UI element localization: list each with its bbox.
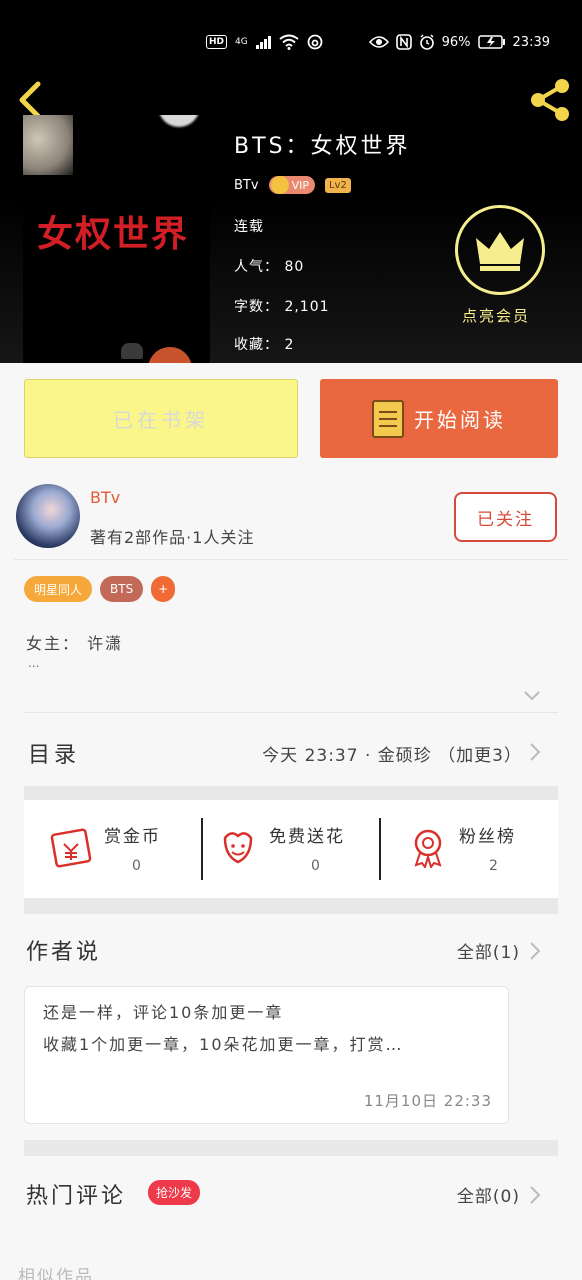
tag[interactable]: BTS — [100, 576, 144, 602]
crown-icon — [270, 176, 289, 194]
book-icon — [372, 399, 404, 438]
hd-icon: HD — [206, 35, 228, 49]
table-of-contents-row[interactable]: 目录 今天 23:37 · 金硕珍 （加更3） — [24, 712, 558, 786]
flower-icon — [223, 832, 253, 864]
author-says-text: 收藏1个加更一章，10朵花加更一章，打赏… — [43, 1035, 404, 1054]
status-right: 96% 23:39 — [368, 34, 550, 50]
popularity: 人气： 80 — [234, 259, 305, 275]
eye-icon — [368, 36, 389, 48]
free-flower-button[interactable]: 免费送花 0 — [203, 800, 379, 898]
synopsis-text: 女主： 许潇 — [26, 634, 124, 653]
serial-status: 连载 — [234, 219, 264, 235]
nfc-icon — [395, 34, 412, 50]
member-button[interactable] — [455, 205, 545, 295]
author-says-header: 作者说 全部(1) — [24, 928, 558, 972]
action-title: 粉丝榜 — [459, 827, 516, 847]
battery-charging-icon — [477, 35, 505, 49]
synopsis-ellipsis: ... — [28, 656, 40, 670]
latest-chapter: 今天 23:37 · 金硕珍 （加更3） — [262, 746, 522, 766]
section-separator — [24, 898, 558, 914]
in-bookshelf-button[interactable]: 已在书架 — [24, 379, 298, 458]
first-comment-badge[interactable]: 抢沙发 — [148, 1180, 201, 1205]
start-reading-label: 开始阅读 — [414, 408, 506, 432]
action-title: 免费送花 — [269, 827, 345, 847]
start-reading-button[interactable]: 开始阅读 — [320, 379, 558, 458]
cover-title: 女权世界 — [37, 213, 190, 255]
status-bar: HD 4G 96% 23:39 — [0, 30, 582, 58]
action-count: 2 — [489, 858, 498, 874]
action-count: 0 — [132, 858, 141, 874]
hot-comments-title: 热门评论 — [26, 1184, 127, 1209]
chevron-down-icon[interactable] — [522, 688, 542, 704]
hotspot-icon — [307, 34, 323, 50]
similar-works-title: 相似作品 — [18, 1267, 94, 1280]
signal-icon — [255, 35, 271, 49]
medal-icon — [414, 829, 442, 868]
book-title: BTS：女权世界 — [234, 134, 411, 159]
cover-decoration — [148, 347, 192, 363]
author-name[interactable]: BTv — [90, 488, 120, 507]
tag[interactable]: 明星同人 — [24, 576, 93, 602]
vip-badge: VIP — [268, 176, 315, 194]
wifi-icon — [279, 34, 299, 50]
support-actions: 赏金币 0 免费送花 0 粉丝榜 2 — [24, 800, 558, 898]
share-icon[interactable] — [526, 76, 576, 124]
author-says-card[interactable]: 还是一样，评论10条加更一章 收藏1个加更一章，10朵花加更一章，打赏… 11月… — [24, 986, 509, 1124]
section-separator — [24, 786, 558, 800]
author-says-date: 11月10日 22:33 — [363, 1092, 492, 1110]
chevron-right-icon[interactable] — [528, 1184, 542, 1206]
divider — [14, 559, 568, 560]
toc-label: 目录 — [28, 743, 81, 768]
cover-decoration — [121, 343, 143, 359]
chevron-right-icon[interactable] — [528, 940, 542, 962]
tag-list: 明星同人 BTS + — [24, 576, 176, 602]
section-separator — [24, 1140, 558, 1156]
action-count: 0 — [311, 858, 320, 874]
author-avatar[interactable] — [16, 484, 80, 548]
status-left: HD 4G — [206, 34, 323, 50]
cover-decoration — [23, 115, 73, 175]
favorites-count: 收藏： 2 — [234, 337, 295, 353]
hot-comments-all-link[interactable]: 全部(0) — [457, 1182, 520, 1207]
member-label[interactable]: 点亮会员 — [462, 305, 530, 326]
author-says-all-link[interactable]: 全部(1) — [457, 938, 520, 963]
follow-button[interactable]: 已关注 — [454, 492, 557, 542]
action-title: 赏金币 — [104, 827, 161, 847]
coin-reward-button[interactable]: 赏金币 0 — [24, 800, 202, 898]
word-count: 字数： 2,101 — [234, 299, 330, 315]
book-author-name[interactable]: BTv — [234, 178, 259, 193]
vip-label: VIP — [291, 178, 309, 192]
author-says-title: 作者说 — [26, 940, 102, 965]
book-header: HD 4G 96% 23:39 女权世界 BTS：女权世界 BTv VIP Lv… — [0, 0, 582, 363]
book-cover[interactable]: 女权世界 — [23, 115, 210, 363]
crown-icon — [476, 232, 524, 271]
hot-comments-header: 热门评论 抢沙发 全部(0) — [24, 1172, 558, 1216]
fan-ranking-button[interactable]: 粉丝榜 2 — [381, 800, 558, 898]
battery-percent: 96% — [441, 34, 471, 50]
cover-decoration — [158, 115, 200, 127]
level-badge: Lv2 — [324, 177, 351, 193]
add-tag-button[interactable]: + — [151, 576, 176, 602]
clock: 23:39 — [512, 34, 550, 50]
chevron-right-icon — [530, 743, 541, 761]
alarm-icon — [419, 34, 434, 50]
network-type: 4G — [235, 37, 248, 47]
author-says-text: 还是一样，评论10条加更一章 — [43, 1003, 284, 1022]
red-envelope-icon — [50, 828, 92, 868]
author-stats: 著有2部作品·1人关注 — [90, 528, 255, 547]
book-author-row: BTv VIP Lv2 — [234, 176, 351, 194]
